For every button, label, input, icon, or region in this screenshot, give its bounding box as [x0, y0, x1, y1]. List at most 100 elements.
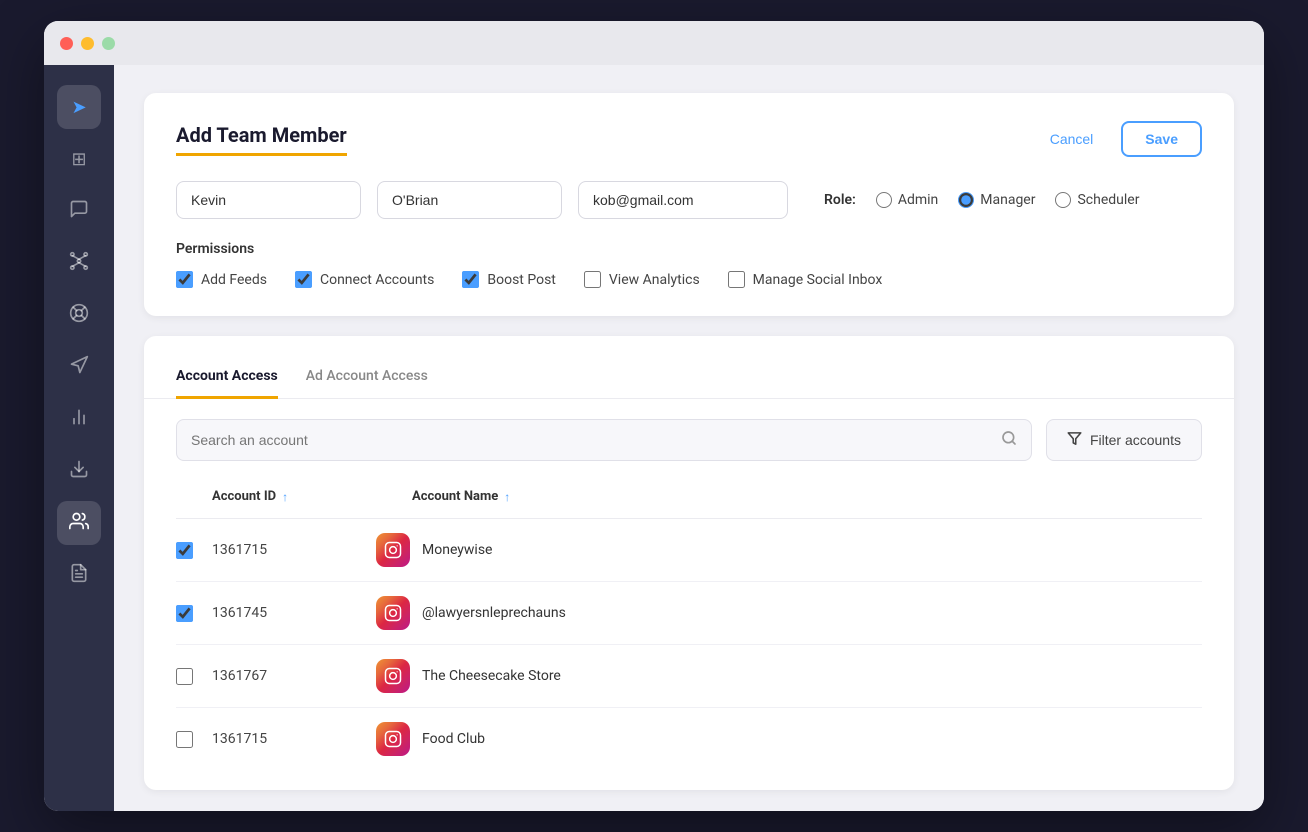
compass-icon: ➤ — [71, 97, 86, 118]
download-icon — [69, 459, 89, 484]
row-4-id: 1361715 — [212, 731, 376, 747]
row-checkbox-1[interactable] — [176, 542, 212, 559]
search-account-input[interactable] — [191, 432, 991, 448]
sidebar-item-reports[interactable] — [57, 553, 101, 597]
perm-view-analytics[interactable]: View Analytics — [584, 271, 700, 288]
col-id-label: Account ID — [212, 489, 276, 504]
sidebar-item-downloads[interactable] — [57, 449, 101, 493]
row-2-account-name: @lawyersnleprechauns — [422, 605, 566, 621]
table-header: Account ID ↑ Account Name ↑ — [176, 481, 1202, 519]
perm-connect-accounts[interactable]: Connect Accounts — [295, 271, 434, 288]
sidebar-item-network[interactable] — [57, 241, 101, 285]
permissions-label: Permissions — [176, 241, 1202, 257]
close-button[interactable] — [60, 37, 73, 50]
perm-boost-post[interactable]: Boost Post — [462, 271, 556, 288]
users-icon — [69, 511, 89, 536]
table-row: 1361715 Food Club — [176, 708, 1202, 770]
role-admin-option[interactable]: Admin — [876, 192, 938, 208]
titlebar — [44, 21, 1264, 65]
sidebar-item-dashboard[interactable]: ⊞ — [57, 137, 101, 181]
megaphone-icon — [69, 355, 89, 380]
dashboard-icon: ⊞ — [71, 149, 86, 170]
row-1-checkbox[interactable] — [176, 542, 193, 559]
filter-label: Filter accounts — [1090, 432, 1181, 448]
table-row: 1361767 The Cheesecake Store — [176, 645, 1202, 708]
permissions-section: Permissions Add Feeds Connect Accounts — [176, 241, 1202, 288]
perm-view-analytics-label: View Analytics — [609, 272, 700, 288]
maximize-button[interactable] — [102, 37, 115, 50]
instagram-icon-2 — [376, 596, 410, 630]
email-input[interactable] — [578, 181, 788, 219]
table-row: 1361715 Moneywise — [176, 519, 1202, 582]
tabs-row: Account Access Ad Account Access — [144, 336, 1234, 399]
row-2-checkbox[interactable] — [176, 605, 193, 622]
card-header: Add Team Member Cancel Save — [176, 121, 1202, 157]
sidebar-item-users[interactable] — [57, 501, 101, 545]
card-title: Add Team Member — [176, 123, 347, 156]
save-button[interactable]: Save — [1121, 121, 1202, 157]
sort-id-icon: ↑ — [282, 490, 288, 504]
account-body: Filter accounts Account ID ↑ Account Nam… — [144, 399, 1234, 790]
reports-icon — [69, 563, 89, 588]
filter-icon — [1067, 431, 1082, 449]
perm-add-feeds-checkbox[interactable] — [176, 271, 193, 288]
sidebar-item-compass[interactable]: ➤ — [57, 85, 101, 129]
row-checkbox-3[interactable] — [176, 668, 212, 685]
perm-manage-social-inbox[interactable]: Manage Social Inbox — [728, 271, 883, 288]
last-name-input[interactable] — [377, 181, 562, 219]
column-header-id[interactable]: Account ID ↑ — [212, 489, 412, 504]
perm-manage-social-inbox-checkbox[interactable] — [728, 271, 745, 288]
account-access-card: Account Access Ad Account Access — [144, 336, 1234, 790]
search-box[interactable] — [176, 419, 1032, 461]
sidebar-item-support[interactable] — [57, 293, 101, 337]
row-4-account-name: Food Club — [422, 731, 485, 747]
perm-connect-accounts-checkbox[interactable] — [295, 271, 312, 288]
row-checkbox-4[interactable] — [176, 731, 212, 748]
main-content: Add Team Member Cancel Save Role: — [114, 65, 1264, 811]
tab-account-access[interactable]: Account Access — [176, 356, 278, 399]
role-scheduler-label: Scheduler — [1077, 192, 1139, 208]
role-admin-label: Admin — [898, 192, 938, 208]
perm-add-feeds[interactable]: Add Feeds — [176, 271, 267, 288]
row-1-name: Moneywise — [376, 533, 1202, 567]
row-3-id: 1361767 — [212, 668, 376, 684]
role-manager-label: Manager — [980, 192, 1035, 208]
cancel-button[interactable]: Cancel — [1034, 123, 1110, 155]
form-row: Role: Admin Manager Scheduler — [176, 181, 1202, 219]
search-filter-row: Filter accounts — [176, 419, 1202, 461]
row-3-checkbox[interactable] — [176, 668, 193, 685]
col-name-label: Account Name — [412, 489, 498, 504]
sidebar-item-inbox[interactable] — [57, 189, 101, 233]
support-icon — [69, 303, 89, 328]
inbox-icon — [69, 199, 89, 224]
sidebar-item-analytics[interactable] — [57, 397, 101, 441]
row-4-checkbox[interactable] — [176, 731, 193, 748]
filter-button[interactable]: Filter accounts — [1046, 419, 1202, 461]
search-icon — [1001, 430, 1017, 450]
row-3-account-name: The Cheesecake Store — [422, 668, 561, 684]
row-checkbox-2[interactable] — [176, 605, 212, 622]
instagram-icon-1 — [376, 533, 410, 567]
role-label: Role: — [824, 192, 856, 208]
instagram-icon-4 — [376, 722, 410, 756]
perm-add-feeds-label: Add Feeds — [201, 272, 267, 288]
role-group: Role: Admin Manager Scheduler — [824, 192, 1139, 208]
role-admin-radio[interactable] — [876, 192, 892, 208]
role-scheduler-radio[interactable] — [1055, 192, 1071, 208]
first-name-input[interactable] — [176, 181, 361, 219]
tab-ad-account-access[interactable]: Ad Account Access — [306, 356, 428, 399]
minimize-button[interactable] — [81, 37, 94, 50]
row-1-id: 1361715 — [212, 542, 376, 558]
perm-boost-post-checkbox[interactable] — [462, 271, 479, 288]
permissions-row: Add Feeds Connect Accounts Boost Post — [176, 271, 1202, 288]
role-manager-option[interactable]: Manager — [958, 192, 1035, 208]
row-2-name: @lawyersnleprechauns — [376, 596, 1202, 630]
perm-view-analytics-checkbox[interactable] — [584, 271, 601, 288]
role-manager-radio[interactable] — [958, 192, 974, 208]
perm-manage-social-inbox-label: Manage Social Inbox — [753, 272, 883, 288]
row-3-name: The Cheesecake Store — [376, 659, 1202, 693]
sidebar-item-campaigns[interactable] — [57, 345, 101, 389]
column-header-name[interactable]: Account Name ↑ — [412, 489, 1202, 504]
role-scheduler-option[interactable]: Scheduler — [1055, 192, 1139, 208]
network-icon — [69, 251, 89, 276]
